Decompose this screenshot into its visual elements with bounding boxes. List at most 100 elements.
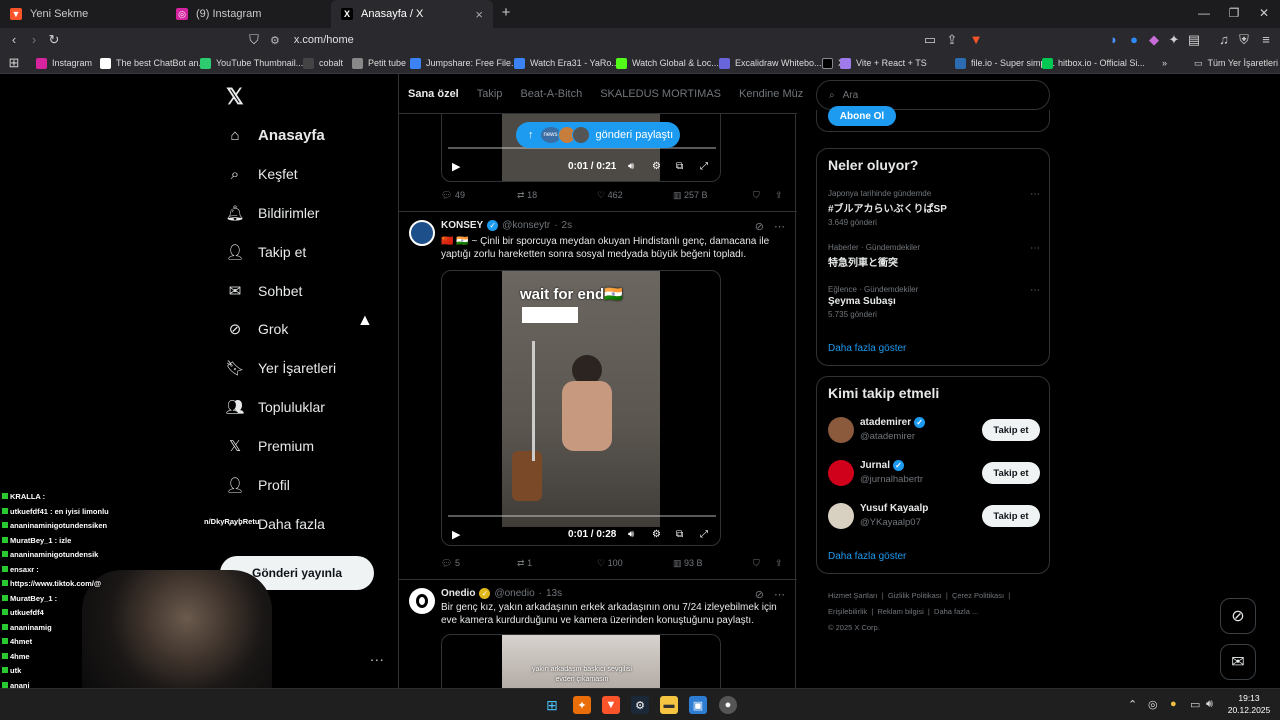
- tab-instagram[interactable]: ◎ (9) Instagram: [166, 0, 330, 28]
- more-icon[interactable]: ⋯: [1030, 189, 1040, 200]
- more-icon[interactable]: ⋯: [1030, 285, 1040, 296]
- tab-takip[interactable]: Takip: [468, 88, 512, 100]
- address-bar[interactable]: ⚙ x.com/home: [270, 30, 990, 50]
- avatar[interactable]: [828, 503, 854, 529]
- share-icon[interactable]: ⇪: [775, 558, 783, 569]
- follow-button[interactable]: Takip et: [982, 419, 1040, 441]
- volume-icon[interactable]: 🔊︎: [1206, 698, 1213, 711]
- site-settings-icon[interactable]: ⚙: [270, 34, 280, 47]
- nav-item-9[interactable]: 𝕏 Premium: [226, 431, 314, 461]
- account-menu-icon[interactable]: ...: [370, 648, 385, 664]
- network-icon[interactable]: ▭: [1190, 698, 1200, 711]
- bookmark-item[interactable]: Jumpshare: Free File...: [410, 55, 519, 71]
- all-bookmarks[interactable]: ▭ Tüm Yer İşaretleri: [1194, 55, 1278, 71]
- footer-link[interactable]: Çerez Politikası: [952, 591, 1004, 600]
- minimize-icon[interactable]: —: [1196, 6, 1212, 20]
- bookmark-item[interactable]: Excalidraw Whitebo...: [719, 55, 822, 71]
- tray-expand-icon[interactable]: ⌃: [1128, 698, 1137, 711]
- nav-item-1[interactable]: ⌂ Anasayfa: [226, 120, 324, 150]
- author-handle[interactable]: @onedio: [494, 588, 534, 599]
- sidebar-icon[interactable]: ▤: [1186, 32, 1202, 48]
- follow-suggestion[interactable]: Jurnal ✓ @jurnalhabertr Takip et: [828, 460, 1040, 490]
- forward-icon[interactable]: ›: [26, 32, 42, 48]
- extension-icon[interactable]: ●: [1126, 32, 1142, 48]
- extensions-puzzle-icon[interactable]: ✦: [1166, 32, 1182, 48]
- grok-icon[interactable]: ⊘: [755, 220, 764, 233]
- play-icon[interactable]: ▶: [452, 528, 460, 541]
- brave-shields-icon[interactable]: ▼: [968, 32, 984, 48]
- x-logo-icon[interactable]: 𝕏: [226, 84, 244, 110]
- video-progress-bar[interactable]: [448, 515, 716, 517]
- reply-button[interactable]: 💬︎ 5: [441, 558, 460, 569]
- brave-icon[interactable]: ▼: [602, 696, 620, 714]
- share-icon[interactable]: ⇪: [944, 32, 960, 48]
- subscribe-button[interactable]: Abone Ol: [828, 106, 896, 126]
- fullscreen-icon[interactable]: ⤢: [700, 529, 708, 540]
- bookmark-item[interactable]: file.io - Super simpl...: [955, 55, 1055, 71]
- trend-item[interactable]: Eğlence · Gündemdekiler Şeyma Subaşı 5.7…: [828, 285, 1040, 319]
- retweet-button[interactable]: ⇄ 18: [517, 190, 537, 201]
- author-handle[interactable]: @konseytr: [502, 220, 550, 231]
- like-button[interactable]: ♡ 462: [597, 190, 623, 201]
- tray-app-icon[interactable]: ◎: [1148, 698, 1158, 711]
- tweet[interactable]: Onedio ✓ @onedio · 13s ⊘ ⋯ Bir genç kız,…: [399, 580, 797, 688]
- grok-fab-icon[interactable]: ⊘: [1220, 598, 1256, 634]
- extension-icon[interactable]: ◗: [1106, 32, 1122, 48]
- bookmark-item[interactable]: The best ChatBot an...: [100, 55, 206, 71]
- tab-kendine-muz[interactable]: Kendine Müz: [730, 88, 812, 100]
- back-icon[interactable]: ‹: [6, 32, 22, 48]
- follow-button[interactable]: Takip et: [982, 505, 1040, 527]
- bookmarks-overflow-icon[interactable]: »: [1162, 55, 1167, 71]
- nav-item-2[interactable]: ⌕ Keşfet: [226, 159, 298, 189]
- bookmark-item[interactable]: Watch Era31 - YaRo...: [514, 55, 619, 71]
- tweet-video[interactable]: yakın arkadaşın baskıcı sevgilisi evden …: [441, 634, 721, 688]
- bookmark-item[interactable]: YouTube Thumbnail...: [200, 55, 303, 71]
- close-tab-icon[interactable]: ×: [475, 7, 483, 22]
- tab-yeni-sekme[interactable]: ▼ Yeni Sekme: [0, 0, 165, 28]
- tab-anasayfa-x[interactable]: X Anasayfa / X ×: [331, 0, 493, 28]
- new-posts-pill[interactable]: ↑ news gönderi paylaştı: [516, 122, 680, 148]
- volume-icon[interactable]: 🔊︎: [628, 161, 634, 172]
- footer-link[interactable]: Gizlilik Politikası: [888, 591, 942, 600]
- more-icon[interactable]: ⋯: [774, 220, 785, 233]
- bookmark-icon[interactable]: ⛉: [753, 190, 760, 201]
- tab-beat-a-bitch[interactable]: Beat-A-Bitch: [511, 88, 591, 100]
- tweet-video[interactable]: wait for end🇮🇳 ▶ 0:01 / 0:28 🔊︎ ⚙ ⧉ ⤢: [441, 270, 721, 546]
- vpn-icon[interactable]: ⛨: [1236, 32, 1252, 48]
- show-more-link[interactable]: Daha fazla göster: [828, 551, 906, 562]
- tweet-time[interactable]: 13s: [546, 588, 562, 599]
- views-button[interactable]: ▥ 93 B: [673, 558, 703, 569]
- reload-icon[interactable]: ↻: [46, 32, 62, 48]
- bookmark-item[interactable]: cobalt: [303, 55, 343, 71]
- obs-icon[interactable]: ●: [719, 696, 737, 714]
- nav-item-3[interactable]: 🔔︎ Bildirimler: [225, 198, 319, 228]
- nav-item-7[interactable]: 🔖︎ Yer İşaretleri: [225, 353, 336, 383]
- views-button[interactable]: ▥ 257 B: [673, 190, 708, 201]
- footer-link[interactable]: Hizmet Şartları: [828, 591, 878, 600]
- avatar[interactable]: [409, 220, 435, 246]
- volume-icon[interactable]: 🔊︎: [628, 529, 634, 540]
- author-name[interactable]: KONSEY: [441, 220, 483, 231]
- messages-fab-icon[interactable]: ✉: [1220, 644, 1256, 680]
- like-button[interactable]: ♡ 100: [597, 558, 623, 569]
- steam-icon[interactable]: ⚙: [631, 696, 649, 714]
- restore-icon[interactable]: ❐: [1226, 6, 1242, 20]
- follow-suggestion[interactable]: Yusuf Kayaalp @YKayaalp07 Takip et: [828, 503, 1040, 533]
- author-name[interactable]: Onedio: [441, 588, 475, 599]
- trend-item[interactable]: Japonya tarihinde gündemde #ブルアカらいぶくりぱSP…: [828, 189, 1040, 227]
- media-icon[interactable]: ♫: [1216, 32, 1232, 48]
- play-icon[interactable]: ▶: [452, 160, 460, 173]
- windows-start-icon[interactable]: ⊞: [543, 696, 561, 714]
- settings-icon[interactable]: ⚙: [652, 161, 661, 172]
- nav-item-4[interactable]: 👤︎ Takip et: [225, 237, 306, 267]
- bookmark-item[interactable]: hitbox.io - Official Si...: [1042, 55, 1145, 71]
- taskbar-app-icon[interactable]: ▣: [689, 696, 707, 714]
- file-explorer-icon[interactable]: ▬: [660, 696, 678, 714]
- avatar[interactable]: [409, 588, 435, 614]
- footer-link[interactable]: Reklam bilgisi: [877, 607, 923, 616]
- extension-icon[interactable]: ◆: [1146, 32, 1162, 48]
- pip-icon[interactable]: ⧉: [676, 161, 683, 172]
- clock[interactable]: 19:13 20.12.2025: [1222, 692, 1276, 716]
- share-icon[interactable]: ⇪: [775, 190, 783, 201]
- settings-icon[interactable]: ⚙: [652, 529, 661, 540]
